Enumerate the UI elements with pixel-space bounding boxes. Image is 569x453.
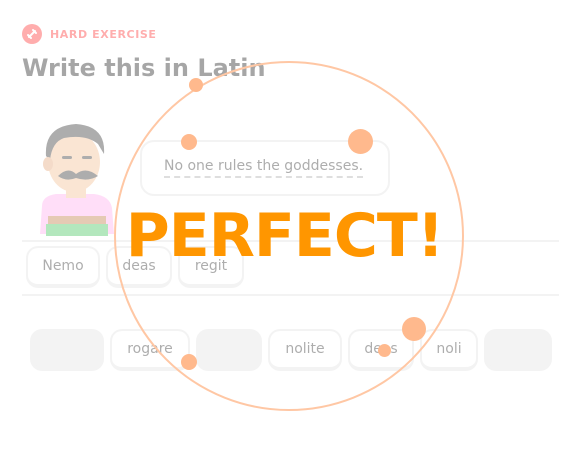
prompt-bubble: No one rules the goddesses. bbox=[140, 140, 390, 196]
answer-line-top bbox=[22, 240, 559, 242]
word-bank-slot-empty bbox=[196, 329, 262, 371]
character-illustration bbox=[28, 120, 124, 240]
word-bank-slot-empty bbox=[30, 329, 104, 371]
answer-word-chip[interactable]: regit bbox=[178, 246, 244, 288]
answer-line-bottom bbox=[22, 294, 559, 296]
lesson-content: HARD EXERCISE Write this in Latin No one… bbox=[0, 0, 569, 453]
exercise-tag: HARD EXERCISE bbox=[22, 24, 157, 44]
exercise-tag-label: HARD EXERCISE bbox=[50, 27, 157, 41]
word-bank-chip[interactable]: nolite bbox=[268, 329, 342, 371]
word-bank-chip[interactable]: deos bbox=[348, 329, 414, 371]
dumbbell-icon bbox=[22, 24, 42, 44]
page-title: Write this in Latin bbox=[22, 54, 266, 82]
prompt-sentence: No one rules the goddesses. bbox=[164, 158, 364, 178]
lesson-screen: HARD EXERCISE Write this in Latin No one… bbox=[0, 0, 569, 453]
word-bank-chip[interactable]: noli bbox=[420, 329, 478, 371]
word-bank-slot-empty bbox=[484, 329, 552, 371]
answer-word-chip[interactable]: deas bbox=[106, 246, 172, 288]
answer-word-chip[interactable]: Nemo bbox=[26, 246, 100, 288]
word-bank-chip[interactable]: rogare bbox=[110, 329, 190, 371]
